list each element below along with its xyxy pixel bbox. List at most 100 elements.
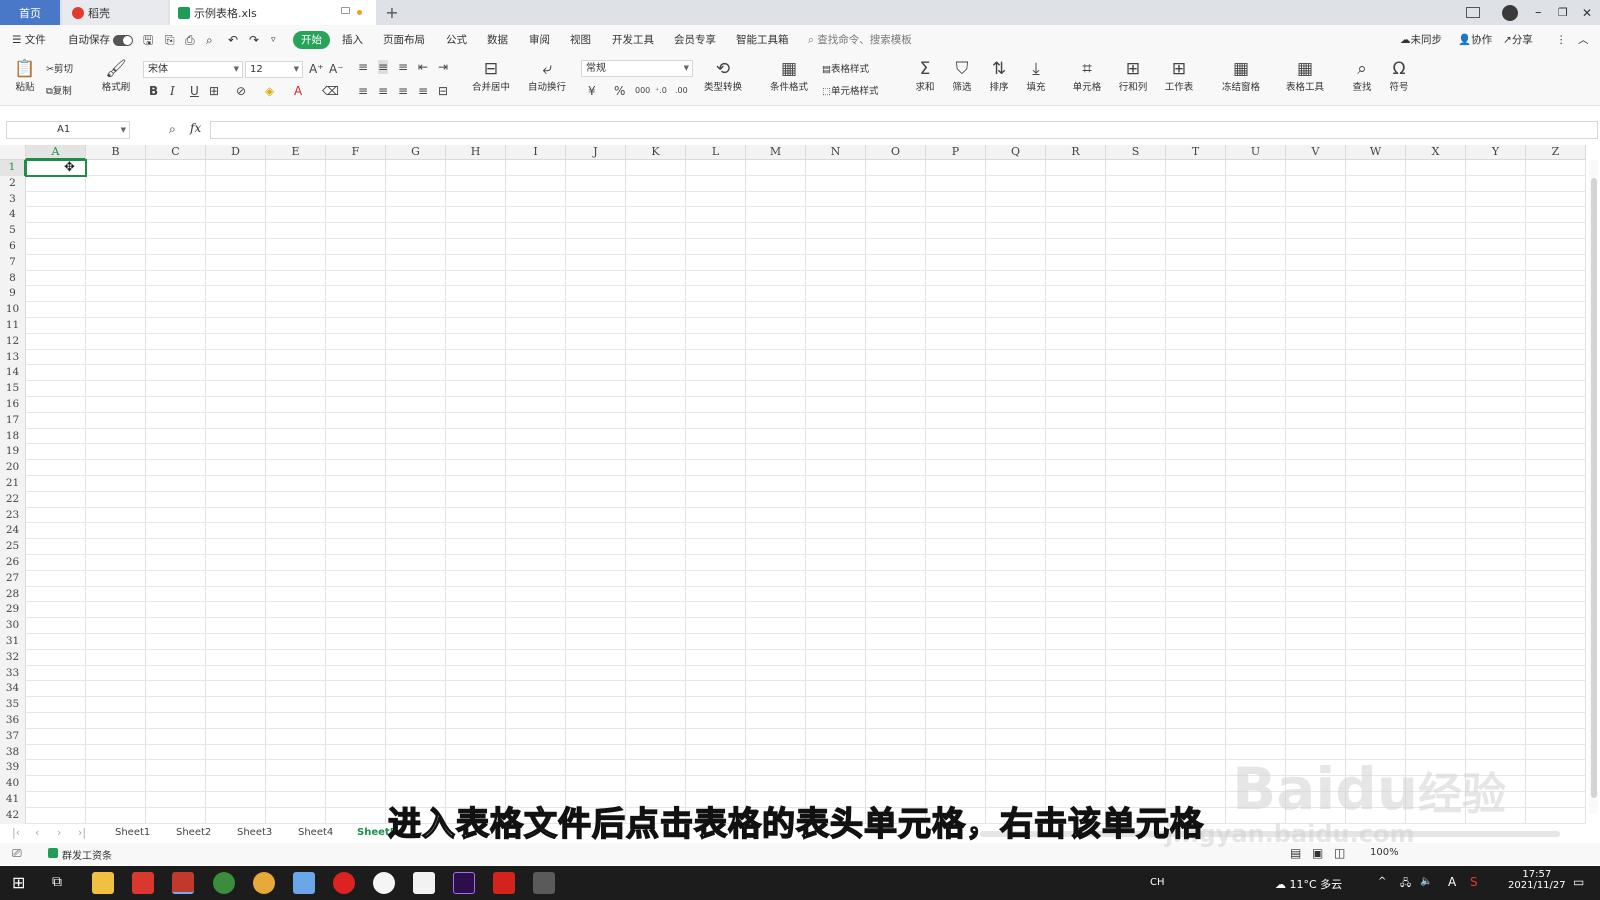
row-header-16[interactable]: 16: [0, 397, 26, 413]
tab-home[interactable]: 首页: [0, 0, 60, 25]
merge-center-button[interactable]: ⊟ 合并居中: [468, 59, 514, 93]
row-header-36[interactable]: 36: [0, 713, 26, 729]
premiere-icon[interactable]: [453, 872, 475, 894]
align-middle-icon[interactable]: ≡: [378, 60, 389, 74]
worksheet-button[interactable]: ⊞ 工作表: [1160, 59, 1198, 93]
undo-icon[interactable]: ↶: [228, 32, 238, 48]
name-box[interactable]: A1 ▼: [6, 121, 130, 139]
column-header-e[interactable]: E: [266, 145, 326, 160]
column-header-d[interactable]: D: [206, 145, 266, 160]
align-right-icon[interactable]: ≡: [398, 84, 408, 98]
selected-cell-a1[interactable]: [25, 159, 87, 177]
sheet-tab-1[interactable]: Sheet1: [115, 827, 150, 838]
row-header-13[interactable]: 13: [0, 349, 26, 366]
row-header-35[interactable]: 35: [0, 697, 26, 713]
column-header-l[interactable]: L: [686, 145, 746, 160]
row-header-17[interactable]: 17: [0, 412, 26, 429]
menu-tab-developer[interactable]: 开发工具: [612, 32, 654, 48]
menu-tab-start[interactable]: 开始: [293, 31, 330, 49]
more-icon[interactable]: ⋮: [1556, 32, 1567, 48]
scrollbar-thumb[interactable]: [1591, 178, 1597, 798]
column-header-n[interactable]: N: [806, 145, 866, 160]
column-header-a[interactable]: A: [26, 145, 86, 160]
file-explorer-icon[interactable]: [92, 872, 114, 894]
column-header-r[interactable]: R: [1046, 145, 1106, 160]
clock[interactable]: 17:57 2021/11/27: [1508, 869, 1566, 891]
collab-button[interactable]: 👤协作: [1458, 32, 1492, 48]
tray-overflow-icon[interactable]: ^: [1378, 876, 1386, 887]
network-icon[interactable]: 🖧: [1400, 876, 1411, 893]
sheet-tab-2[interactable]: Sheet2: [176, 827, 211, 838]
column-header-p[interactable]: P: [926, 145, 986, 160]
row-header-31[interactable]: 31: [0, 634, 26, 650]
sum-button[interactable]: Σ 求和: [912, 59, 938, 93]
autosave-toggle[interactable]: 自动保存: [68, 32, 133, 48]
row-header-9[interactable]: 9: [0, 286, 26, 303]
browser-icon[interactable]: [253, 872, 275, 894]
menu-tab-review[interactable]: 审阅: [529, 32, 550, 48]
collapse-ribbon-icon[interactable]: ︿: [1578, 32, 1589, 48]
wps-pdf-icon[interactable]: [132, 872, 154, 894]
row-header-34[interactable]: 34: [0, 681, 26, 698]
row-header-32[interactable]: 32: [0, 649, 26, 666]
row-header-33[interactable]: 33: [0, 665, 26, 682]
recorder-icon[interactable]: [533, 872, 555, 894]
row-header-37[interactable]: 37: [0, 728, 26, 745]
underline-icon[interactable]: U: [190, 84, 199, 98]
align-left-icon[interactable]: ≡: [358, 84, 368, 98]
column-header-k[interactable]: K: [626, 145, 686, 160]
close-button[interactable]: ✕: [1582, 0, 1592, 25]
row-header-38[interactable]: 38: [0, 744, 26, 761]
increase-decimal-icon[interactable]: ⁺.0: [655, 84, 667, 98]
row-header-28[interactable]: 28: [0, 586, 26, 603]
page-view-icon[interactable]: ▣: [1312, 846, 1323, 860]
cell-button[interactable]: ⌗ 单元格: [1068, 59, 1106, 93]
wps-office-icon[interactable]: [172, 872, 194, 894]
row-header-11[interactable]: 11: [0, 318, 26, 334]
menu-tab-smart-tools[interactable]: 智能工具箱: [736, 32, 789, 48]
italic-icon[interactable]: I: [170, 84, 175, 98]
border-icon[interactable]: ⊞: [209, 84, 219, 98]
row-header-5[interactable]: 5: [0, 223, 26, 239]
column-header-m[interactable]: M: [746, 145, 806, 160]
column-header-q[interactable]: Q: [986, 145, 1046, 160]
minimize-button[interactable]: –: [1535, 0, 1542, 25]
column-header-g[interactable]: G: [386, 145, 446, 160]
paste-button[interactable]: 📋 粘贴: [12, 59, 38, 93]
notepad-icon[interactable]: [293, 872, 315, 894]
print-icon[interactable]: ⎙: [185, 32, 195, 48]
row-header-22[interactable]: 22: [0, 491, 26, 508]
format-painter-button[interactable]: 🖌 格式刷: [100, 59, 132, 93]
row-header-26[interactable]: 26: [0, 555, 26, 571]
menu-tab-member[interactable]: 会员专享: [674, 32, 716, 48]
print-preview-icon[interactable]: ⌕: [206, 32, 213, 48]
column-header-v[interactable]: V: [1286, 145, 1346, 160]
menu-tab-formula[interactable]: 公式: [446, 32, 467, 48]
chrome-icon[interactable]: [213, 872, 235, 894]
redo-icon[interactable]: ↷: [249, 32, 259, 48]
avatar[interactable]: [1502, 0, 1518, 25]
freeze-panes-button[interactable]: ▦ 冻结窗格: [1216, 59, 1266, 93]
row-header-8[interactable]: 8: [0, 270, 26, 287]
indent-decrease-icon[interactable]: ⇤: [418, 60, 428, 74]
decrease-font-icon[interactable]: A⁻: [329, 62, 344, 76]
row-header-20[interactable]: 20: [0, 460, 26, 476]
column-header-o[interactable]: O: [866, 145, 926, 160]
column-header-b[interactable]: B: [86, 145, 146, 160]
row-header-27[interactable]: 27: [0, 570, 26, 587]
task-view-icon[interactable]: ⧉: [52, 874, 62, 890]
filter-button[interactable]: ⛉ 筛选: [949, 59, 975, 93]
weather-widget[interactable]: ☁ 11°C 多云: [1275, 876, 1342, 892]
font-color-icon[interactable]: A: [294, 84, 302, 98]
select-all-corner[interactable]: [0, 145, 26, 160]
type-convert-button[interactable]: ⟲ 类型转换: [698, 59, 748, 93]
decrease-decimal-icon[interactable]: .00: [675, 84, 688, 98]
export-icon[interactable]: ⎘: [165, 32, 175, 48]
sync-button[interactable]: ☁未同步: [1400, 32, 1442, 48]
first-sheet-icon[interactable]: |‹: [12, 826, 20, 839]
tab-daoke[interactable]: 稻壳: [62, 0, 168, 25]
column-header-i[interactable]: I: [506, 145, 566, 160]
column-header-c[interactable]: C: [146, 145, 206, 160]
notification-icon[interactable]: ▭: [1573, 875, 1584, 889]
row-header-3[interactable]: 3: [0, 191, 26, 208]
